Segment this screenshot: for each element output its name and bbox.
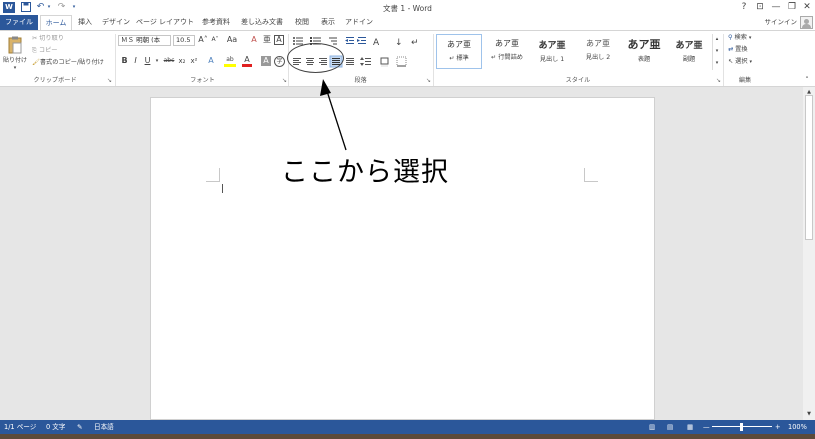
word-window: W ↶ ▾ ↷ ▾ 文書 1 - Word ? ⊡ — ❐ ✕ ファイル ホーム… <box>0 0 815 439</box>
page-count[interactable]: 1/1 ページ <box>4 420 36 434</box>
zoom-slider-thumb[interactable] <box>740 423 743 431</box>
language-indicator[interactable]: 日本語 <box>94 420 114 434</box>
zoom-out-icon[interactable]: — <box>703 420 710 434</box>
scroll-down-icon[interactable]: ▼ <box>803 409 815 419</box>
print-layout-icon[interactable]: ▤ <box>667 420 673 434</box>
status-bar: 1/1 ページ 0 文字 ✎ 日本語 ▥ ▤ ▦ — + 100% <box>0 420 815 434</box>
taskbar-strip <box>0 434 815 439</box>
read-mode-icon[interactable]: ▥ <box>649 420 655 434</box>
web-layout-icon[interactable]: ▦ <box>687 420 693 434</box>
zoom-level[interactable]: 100% <box>788 420 807 434</box>
annotation-arrow <box>320 79 347 151</box>
word-count[interactable]: 0 文字 <box>46 420 65 434</box>
proofing-icon[interactable]: ✎ <box>77 420 83 434</box>
zoom-in-icon[interactable]: + <box>775 420 781 434</box>
scrollbar-thumb[interactable] <box>805 95 813 240</box>
annotation-text: ここから選択 <box>281 157 449 188</box>
